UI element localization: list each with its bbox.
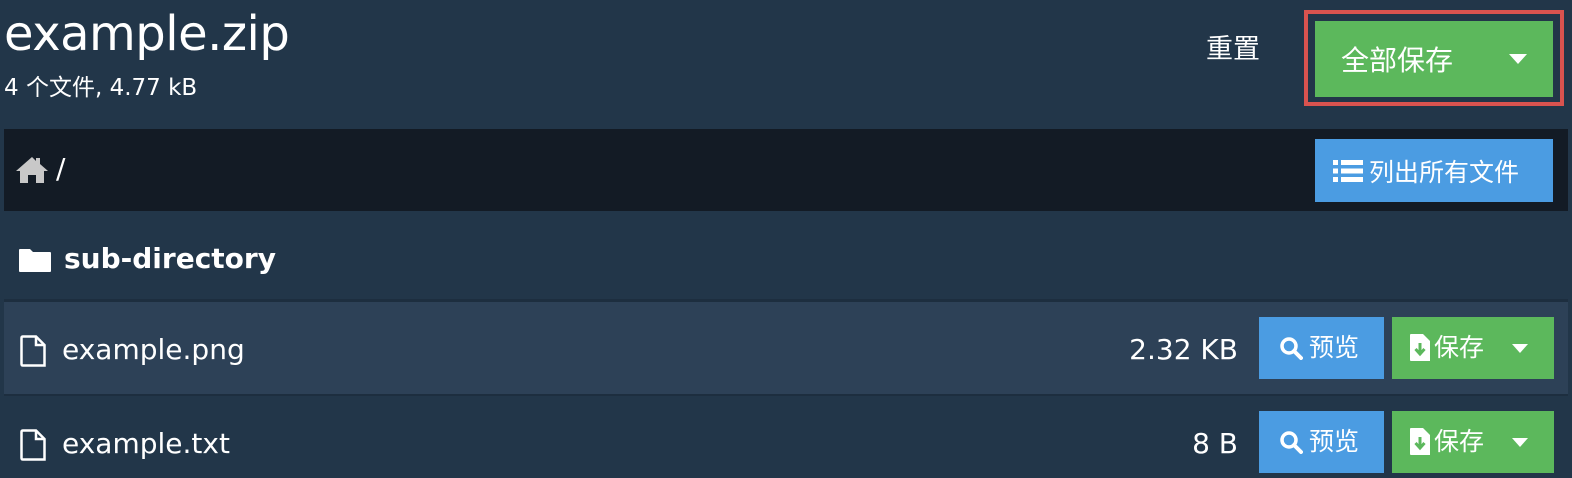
folder-icon xyxy=(19,249,51,272)
preview-label: 预览 xyxy=(1309,333,1360,362)
caret-down-icon[interactable] xyxy=(1512,438,1528,447)
directory-name[interactable]: sub-directory xyxy=(64,241,276,277)
file-row: example.png 2.32 KB 预览 保存 xyxy=(4,302,1568,394)
file-name: example.png xyxy=(62,333,245,366)
preview-button[interactable]: 预览 xyxy=(1259,317,1384,379)
file-row: example.txt 8 B 预览 保存 xyxy=(4,396,1568,478)
file-icon xyxy=(20,335,46,367)
download-icon xyxy=(1410,428,1430,455)
file-name: example.txt xyxy=(62,427,230,460)
save-label: 保存 xyxy=(1434,427,1485,456)
list-icon xyxy=(1333,160,1363,182)
caret-down-icon[interactable] xyxy=(1509,54,1527,64)
file-viewer: example.zip 4 个文件, 4.77 kB 重置 全部保存 / 列出所… xyxy=(0,0,1572,478)
breadcrumb-path: / xyxy=(56,152,66,185)
save-button[interactable]: 保存 xyxy=(1392,411,1554,473)
save-all-button[interactable]: 全部保存 xyxy=(1315,21,1553,97)
save-label: 保存 xyxy=(1434,333,1485,362)
caret-down-icon[interactable] xyxy=(1512,344,1528,353)
directory-row[interactable]: sub-directory xyxy=(4,215,1568,299)
file-size: 2.32 KB xyxy=(1129,333,1238,366)
archive-title: example.zip xyxy=(4,6,290,62)
search-icon xyxy=(1280,431,1303,454)
list-all-files-label: 列出所有文件 xyxy=(1369,157,1520,187)
file-size: 8 B xyxy=(1192,427,1238,460)
list-all-files-button[interactable]: 列出所有文件 xyxy=(1315,139,1553,202)
save-all-label: 全部保存 xyxy=(1341,44,1454,77)
download-icon xyxy=(1410,334,1430,361)
search-icon xyxy=(1280,337,1303,360)
home-icon[interactable] xyxy=(14,155,50,185)
preview-label: 预览 xyxy=(1309,427,1360,456)
archive-summary: 4 个文件, 4.77 kB xyxy=(4,75,198,101)
breadcrumb: / 列出所有文件 xyxy=(4,129,1568,211)
save-button[interactable]: 保存 xyxy=(1392,317,1554,379)
reset-button[interactable]: 重置 xyxy=(1206,30,1260,70)
preview-button[interactable]: 预览 xyxy=(1259,411,1384,473)
file-icon xyxy=(20,429,46,461)
